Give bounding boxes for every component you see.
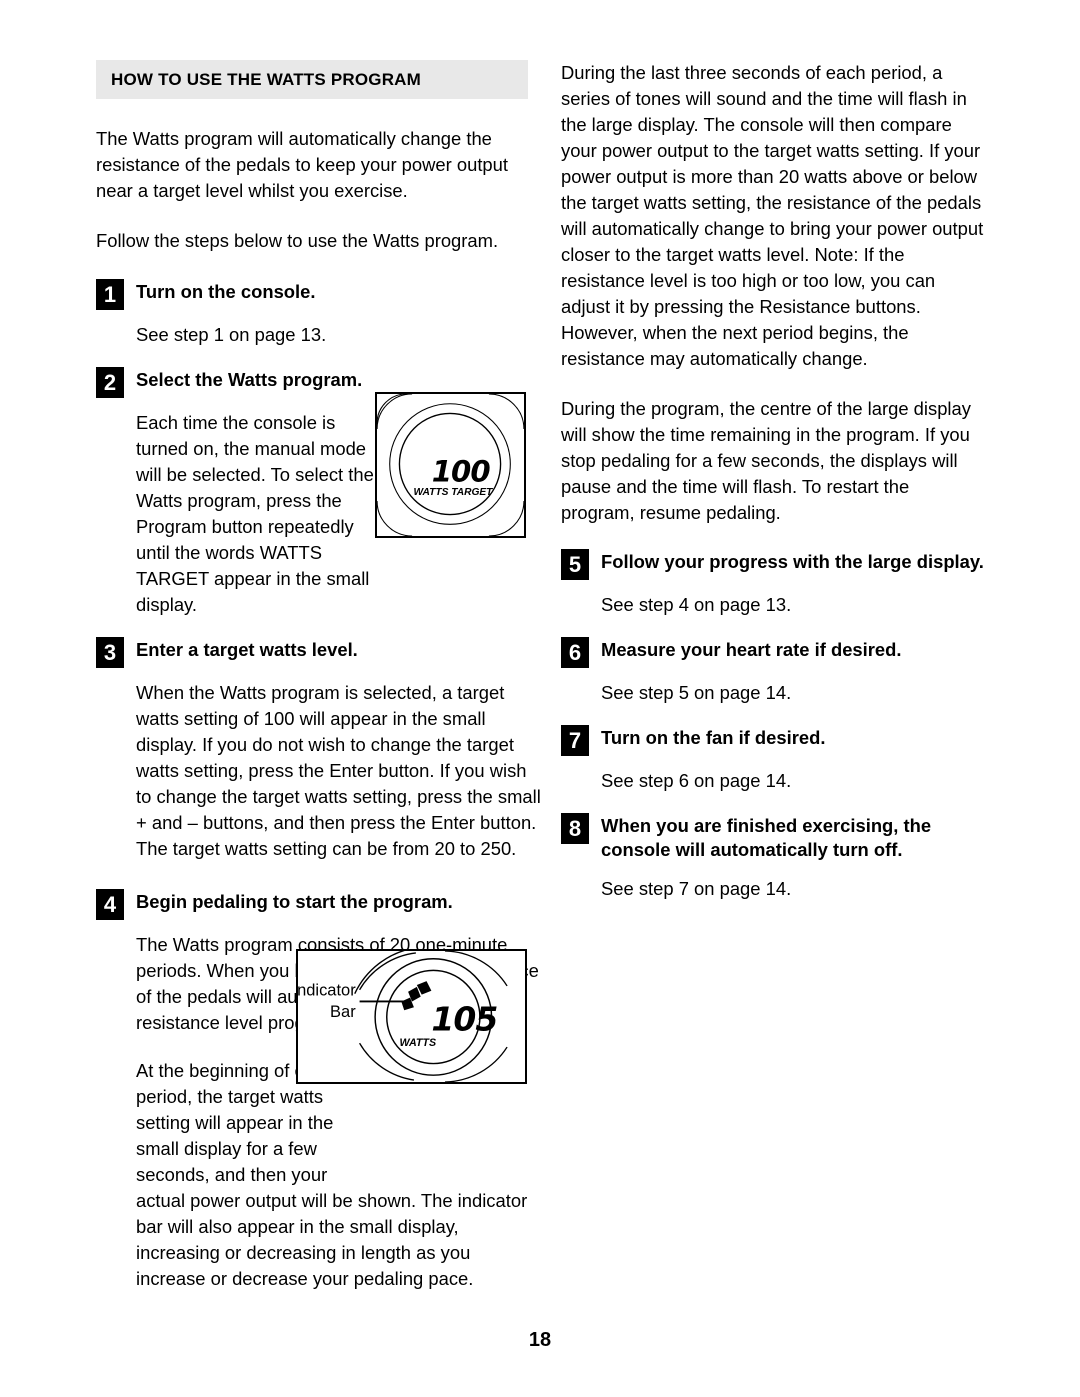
callout-label-line-2: Bar bbox=[330, 1003, 356, 1021]
figure-console-watts-indicator: 105 WATTS Indicator Bar bbox=[296, 949, 527, 1084]
step-7: 7 Turn on the fan if desired. See step 6… bbox=[561, 724, 986, 794]
right-paragraph-1: During the last three seconds of each pe… bbox=[561, 62, 984, 369]
section-heading-band: HOW TO USE THE WATTS PROGRAM bbox=[96, 60, 528, 99]
step-5-title: Follow your progress with the large disp… bbox=[601, 551, 984, 572]
step-3-body: When the Watts program is selected, a ta… bbox=[136, 682, 541, 859]
step-8-body: See step 7 on page 14. bbox=[601, 878, 792, 899]
step-1: 1 Turn on the console. See step 1 on pag… bbox=[96, 278, 542, 348]
step-1-badge: 1 bbox=[96, 279, 124, 310]
manual-page: HOW TO USE THE WATTS PROGRAM The Watts p… bbox=[0, 0, 1080, 1397]
step-4-title: Begin pedaling to start the program. bbox=[136, 891, 453, 912]
step-6: 6 Measure your heart rate if desired. Se… bbox=[561, 636, 986, 706]
step-6-body: See step 5 on page 14. bbox=[601, 682, 792, 703]
step-3-badge: 3 bbox=[96, 637, 124, 668]
step-5-badge: 5 bbox=[561, 549, 589, 580]
figure-console-watts-target: 100 WATTS TARGET bbox=[375, 392, 526, 538]
step-3-title: Enter a target watts level. bbox=[136, 639, 358, 660]
step-2-badge: 2 bbox=[96, 367, 124, 398]
step-7-body: See step 6 on page 14. bbox=[601, 770, 792, 791]
page-title: HOW TO USE THE WATTS PROGRAM bbox=[111, 69, 422, 89]
lcd-label-watts: WATTS bbox=[400, 1037, 437, 1049]
lcd-value-target: 100 bbox=[432, 455, 491, 489]
step-6-badge: 6 bbox=[561, 637, 589, 668]
right-column: During the last three seconds of each pe… bbox=[561, 60, 986, 908]
step-4-badge: 4 bbox=[96, 889, 124, 920]
right-paragraph-2: During the program, the centre of the la… bbox=[561, 398, 971, 523]
step-6-title: Measure your heart rate if desired. bbox=[601, 639, 902, 660]
step-3: 3 Enter a target watts level. When the W… bbox=[96, 636, 542, 862]
left-column: HOW TO USE THE WATTS PROGRAM The Watts p… bbox=[96, 60, 542, 1298]
step-1-body: See step 1 on page 13. bbox=[136, 324, 327, 345]
step-2-body: Each time the console is turned on, the … bbox=[136, 412, 374, 615]
console-watts-illustration: 105 WATTS Indicator Bar bbox=[298, 951, 508, 1082]
step-7-badge: 7 bbox=[561, 725, 589, 756]
intro-paragraph-1: The Watts program will automatically cha… bbox=[96, 128, 509, 201]
intro-paragraph-2: Follow the steps below to use the Watts … bbox=[96, 230, 499, 251]
step-8-badge: 8 bbox=[561, 813, 589, 844]
step-8-title: When you are finished exercising, the co… bbox=[601, 815, 932, 860]
indicator-bar-segments bbox=[401, 981, 432, 1011]
callout-label-line-1: Indicator bbox=[298, 982, 356, 1000]
lcd-label-target: WATTS TARGET bbox=[413, 487, 493, 498]
step-5: 5 Follow your progress with the large di… bbox=[561, 548, 986, 618]
step-1-title: Turn on the console. bbox=[136, 281, 316, 302]
console-target-illustration: 100 WATTS TARGET bbox=[377, 394, 524, 536]
step-8: 8 When you are finished exercising, the … bbox=[561, 812, 986, 902]
step-5-body: See step 4 on page 13. bbox=[601, 594, 792, 615]
lcd-value-watts: 105 bbox=[431, 1000, 497, 1039]
page-number: 18 bbox=[528, 1329, 552, 1351]
step-4-body-3: actual power output will be shown. The i… bbox=[136, 1190, 528, 1289]
step-7-title: Turn on the fan if desired. bbox=[601, 727, 826, 748]
